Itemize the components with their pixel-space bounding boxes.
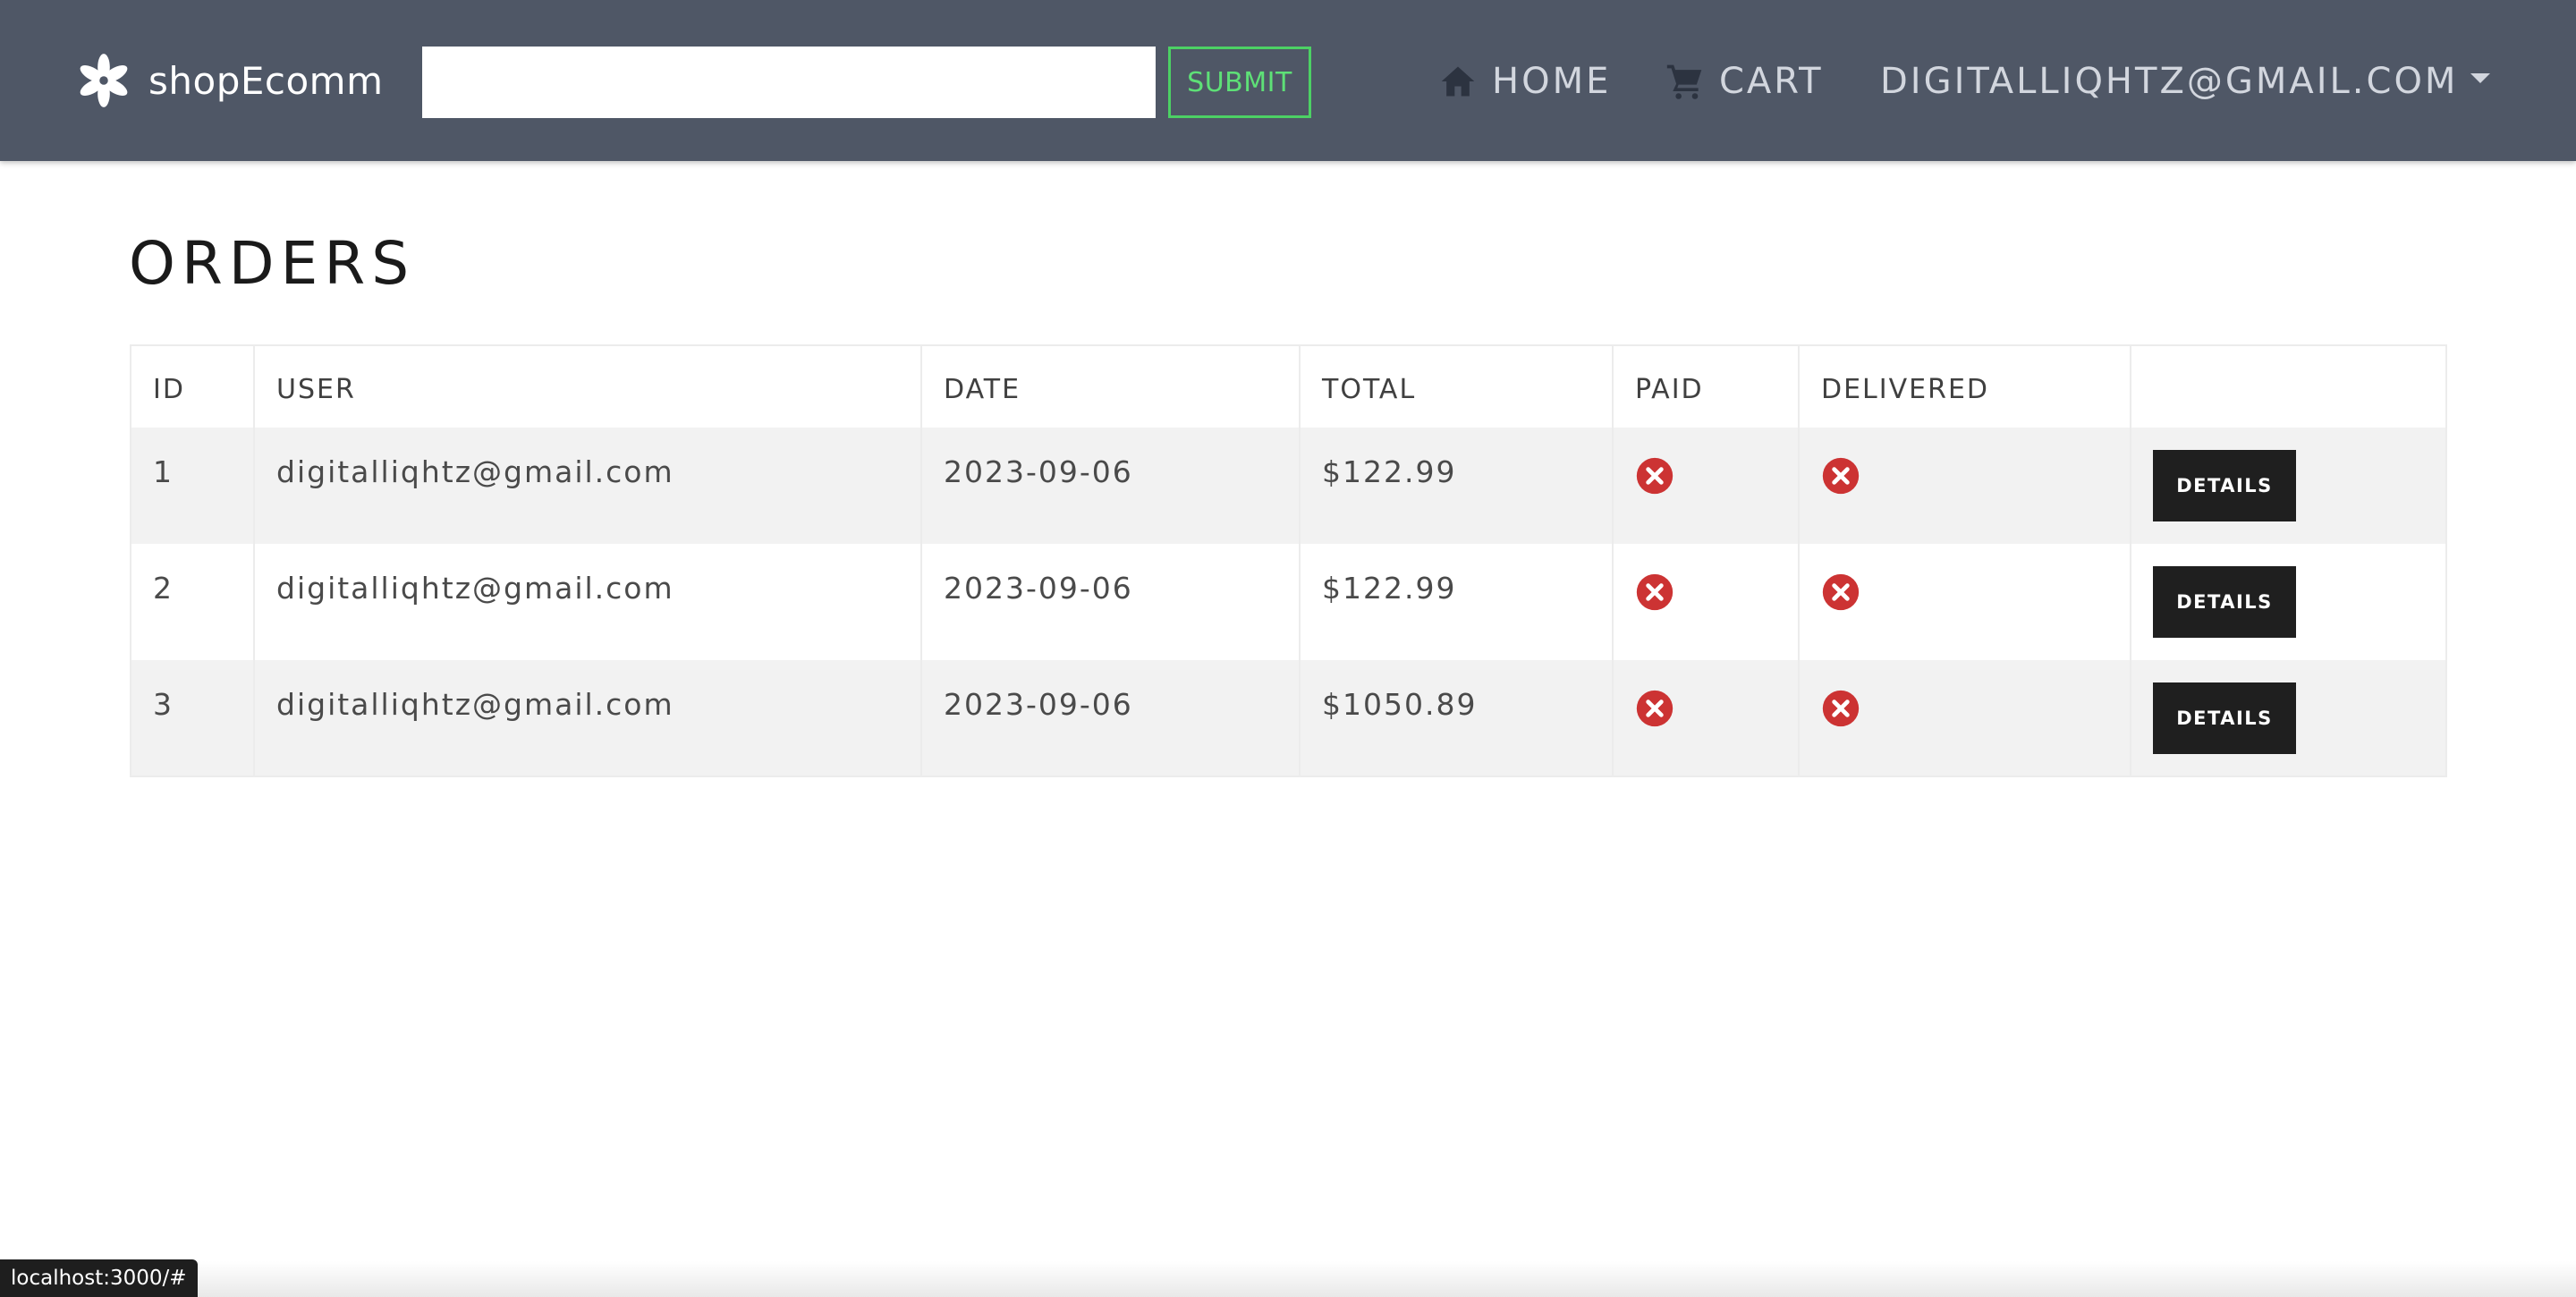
submit-button[interactable]: SUBMIT bbox=[1168, 47, 1311, 118]
details-button[interactable]: DETAILS bbox=[2153, 682, 2296, 754]
x-circle-icon bbox=[1636, 573, 1674, 611]
table-row: 3 digitalliqhtz@gmail.com 2023-09-06 $10… bbox=[131, 660, 2446, 776]
x-circle-icon bbox=[1822, 573, 1860, 611]
nav-home-label: HOME bbox=[1492, 61, 1612, 102]
cell-actions: DETAILS bbox=[2131, 660, 2446, 776]
brand-link[interactable]: shopEcomm bbox=[73, 50, 384, 111]
status-url: localhost:3000/# bbox=[0, 1259, 198, 1297]
nav-home-link[interactable]: HOME bbox=[1438, 55, 1611, 107]
cell-id: 3 bbox=[131, 660, 255, 776]
header-date: DATE bbox=[921, 345, 1301, 428]
table-header-row: ID USER DATE TOTAL PAID DELIVERED bbox=[131, 345, 2446, 428]
header-delivered: DELIVERED bbox=[1799, 345, 2131, 428]
cell-date: 2023-09-06 bbox=[921, 660, 1301, 776]
cell-delivered bbox=[1799, 428, 2131, 544]
table-row: 2 digitalliqhtz@gmail.com 2023-09-06 $12… bbox=[131, 544, 2446, 660]
cell-paid bbox=[1613, 428, 1800, 544]
header-total: TOTAL bbox=[1300, 345, 1614, 428]
cell-total: $122.99 bbox=[1300, 428, 1614, 544]
search-input[interactable] bbox=[422, 47, 1156, 118]
page-title: ORDERS bbox=[129, 229, 416, 298]
home-icon bbox=[1441, 66, 1475, 97]
user-dropdown[interactable]: DIGITALLIQHTZ@GMAIL.COM bbox=[1880, 55, 2491, 107]
cell-date: 2023-09-06 bbox=[921, 544, 1301, 660]
x-circle-icon bbox=[1822, 690, 1860, 727]
header-actions bbox=[2131, 345, 2446, 428]
cell-user: digitalliqhtz@gmail.com bbox=[254, 660, 922, 776]
navbar: shopEcomm SUBMIT HOME CART DIGITALLIQHTZ… bbox=[0, 0, 2576, 161]
flower-logo-icon bbox=[80, 54, 128, 107]
header-user: USER bbox=[254, 345, 922, 428]
cell-total: $1050.89 bbox=[1300, 660, 1614, 776]
user-dropdown-label: DIGITALLIQHTZ@GMAIL.COM bbox=[1880, 61, 2459, 102]
x-circle-icon bbox=[1822, 457, 1860, 495]
cell-user: digitalliqhtz@gmail.com bbox=[254, 544, 922, 660]
cell-paid bbox=[1613, 544, 1800, 660]
header-paid: PAID bbox=[1613, 345, 1800, 428]
cell-user: digitalliqhtz@gmail.com bbox=[254, 428, 922, 544]
details-button[interactable]: DETAILS bbox=[2153, 450, 2296, 521]
cell-date: 2023-09-06 bbox=[921, 428, 1301, 544]
details-button[interactable]: DETAILS bbox=[2153, 566, 2296, 638]
nav-cart-label: CART bbox=[1719, 61, 1824, 102]
cell-id: 1 bbox=[131, 428, 255, 544]
cell-delivered bbox=[1799, 544, 2131, 660]
cell-id: 2 bbox=[131, 544, 255, 660]
x-circle-icon bbox=[1636, 690, 1674, 727]
cell-actions: DETAILS bbox=[2131, 544, 2446, 660]
orders-table: ID USER DATE TOTAL PAID DELIVERED 1 digi… bbox=[130, 344, 2447, 777]
caret-down-icon bbox=[2470, 72, 2491, 83]
x-circle-icon bbox=[1636, 457, 1674, 495]
cell-delivered bbox=[1799, 660, 2131, 776]
cell-total: $122.99 bbox=[1300, 544, 1614, 660]
brand-name: shopEcomm bbox=[148, 58, 384, 103]
cell-actions: DETAILS bbox=[2131, 428, 2446, 544]
cell-paid bbox=[1613, 660, 1800, 776]
nav-cart-link[interactable]: CART bbox=[1665, 55, 1824, 107]
bottom-shadow bbox=[0, 1261, 2576, 1297]
table-row: 1 digitalliqhtz@gmail.com 2023-09-06 $12… bbox=[131, 428, 2446, 544]
header-id: ID bbox=[131, 345, 255, 428]
cart-icon bbox=[1666, 64, 1702, 99]
